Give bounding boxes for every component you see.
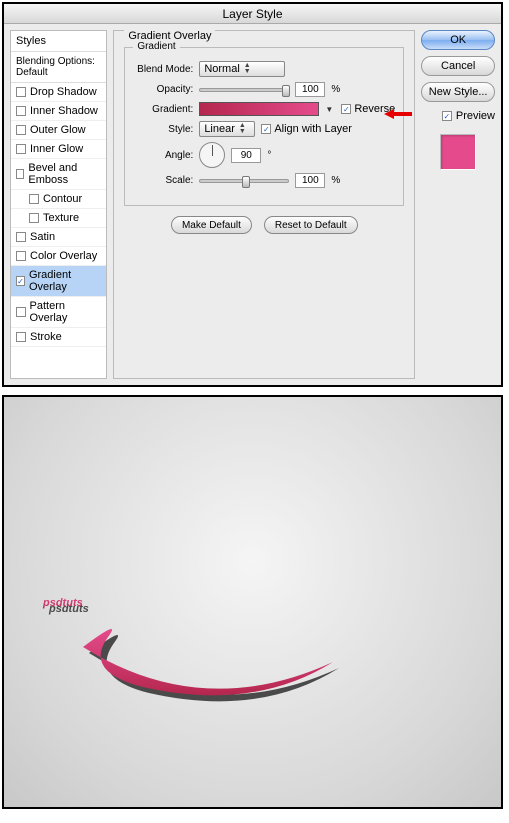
default-buttons: Make Default Reset to Default bbox=[124, 216, 404, 234]
style-value: Linear bbox=[204, 123, 235, 135]
blend-mode-row: Blend Mode: Normal ▲▼ bbox=[133, 61, 395, 77]
blend-mode-label: Blend Mode: bbox=[133, 64, 193, 75]
angle-dial[interactable] bbox=[199, 142, 225, 168]
preview-checkbox[interactable]: ✓ Preview bbox=[421, 110, 495, 122]
align-label: Align with Layer bbox=[274, 123, 352, 135]
style-row-satin[interactable]: Satin bbox=[11, 228, 106, 247]
checkbox[interactable] bbox=[16, 125, 26, 135]
window-title: Layer Style bbox=[4, 4, 501, 24]
angle-row: Angle: 90 ° bbox=[133, 142, 395, 168]
style-row-texture[interactable]: Texture bbox=[11, 209, 106, 228]
style-row-gradient-overlay[interactable]: ✓ Gradient Overlay bbox=[11, 266, 106, 297]
preview-swatch bbox=[440, 134, 476, 170]
style-label: Inner Glow bbox=[30, 143, 83, 155]
blend-mode-select[interactable]: Normal ▲▼ bbox=[199, 61, 285, 77]
opacity-unit: % bbox=[331, 84, 340, 95]
checkbox[interactable]: ✓ bbox=[16, 276, 25, 286]
checkbox[interactable] bbox=[16, 87, 26, 97]
style-label: Color Overlay bbox=[30, 250, 97, 262]
scale-unit: % bbox=[331, 175, 340, 186]
style-label: Inner Shadow bbox=[30, 105, 98, 117]
gradient-row: Gradient: ▼ ✓ Reverse bbox=[133, 102, 395, 116]
result-preview: psdtuts psdtuts bbox=[2, 395, 503, 809]
checkbox[interactable] bbox=[16, 232, 26, 242]
preview-label: Preview bbox=[456, 110, 495, 122]
style-label: Style: bbox=[133, 124, 193, 135]
style-row-bevel-emboss[interactable]: Bevel and Emboss bbox=[11, 159, 106, 190]
style-label: Outer Glow bbox=[30, 124, 86, 136]
angle-label: Angle: bbox=[133, 150, 193, 161]
checkbox[interactable] bbox=[16, 144, 26, 154]
gradient-overlay-panel: Gradient Overlay Gradient Blend Mode: No… bbox=[113, 30, 415, 379]
style-label: Pattern Overlay bbox=[30, 300, 102, 324]
checkbox[interactable] bbox=[16, 106, 26, 116]
styles-panel: Styles Blending Options: Default Drop Sh… bbox=[10, 30, 107, 379]
style-row-contour[interactable]: Contour bbox=[11, 190, 106, 209]
style-label: Texture bbox=[43, 212, 79, 224]
style-row-inner-glow[interactable]: Inner Glow bbox=[11, 140, 106, 159]
group-title: Gradient bbox=[133, 41, 179, 52]
dropdown-arrow-icon[interactable]: ▼ bbox=[325, 105, 335, 114]
style-label: Bevel and Emboss bbox=[28, 162, 101, 186]
angle-input[interactable]: 90 bbox=[231, 148, 261, 163]
align-checkbox[interactable]: ✓ Align with Layer bbox=[261, 123, 352, 135]
style-row-color-overlay[interactable]: Color Overlay bbox=[11, 247, 106, 266]
style-row-stroke[interactable]: Stroke bbox=[11, 328, 106, 347]
blending-options[interactable]: Blending Options: Default bbox=[11, 52, 106, 83]
checkbox[interactable] bbox=[16, 251, 26, 261]
style-label: Contour bbox=[43, 193, 82, 205]
layer-style-window: Layer Style Styles Blending Options: Def… bbox=[2, 2, 503, 387]
checkbox[interactable] bbox=[16, 332, 26, 342]
checkbox[interactable]: ✓ bbox=[442, 111, 452, 121]
checkbox[interactable]: ✓ bbox=[261, 124, 271, 134]
annotation-arrow-icon bbox=[384, 107, 412, 121]
checkbox[interactable] bbox=[29, 213, 39, 223]
style-label: Drop Shadow bbox=[30, 86, 97, 98]
dropdown-arrows-icon: ▲▼ bbox=[239, 123, 246, 135]
style-row-pattern-overlay[interactable]: Pattern Overlay bbox=[11, 297, 106, 328]
style-row-inner-shadow[interactable]: Inner Shadow bbox=[11, 102, 106, 121]
new-style-button[interactable]: New Style... bbox=[421, 82, 495, 102]
opacity-slider[interactable] bbox=[199, 88, 289, 92]
angle-unit: ° bbox=[267, 150, 271, 161]
checkbox[interactable] bbox=[16, 307, 26, 317]
scale-label: Scale: bbox=[133, 175, 193, 186]
scale-row: Scale: 100 % bbox=[133, 173, 395, 188]
style-row-outer-glow[interactable]: Outer Glow bbox=[11, 121, 106, 140]
style-label: Stroke bbox=[30, 331, 62, 343]
blend-mode-value: Normal bbox=[204, 63, 239, 75]
style-row: Style: Linear ▲▼ ✓ Align with Layer bbox=[133, 121, 395, 137]
psdtuts-text: psdtuts psdtuts bbox=[23, 462, 483, 742]
checkbox[interactable]: ✓ bbox=[341, 104, 351, 114]
dropdown-arrows-icon: ▲▼ bbox=[244, 63, 251, 75]
reset-default-button[interactable]: Reset to Default bbox=[264, 216, 358, 234]
checkbox[interactable] bbox=[29, 194, 39, 204]
scale-slider[interactable] bbox=[199, 179, 289, 183]
style-label: Satin bbox=[30, 231, 55, 243]
opacity-input[interactable]: 100 bbox=[295, 82, 325, 97]
ok-button[interactable]: OK bbox=[421, 30, 495, 50]
styles-header[interactable]: Styles bbox=[11, 31, 106, 52]
style-select[interactable]: Linear ▲▼ bbox=[199, 121, 255, 137]
style-row-drop-shadow[interactable]: Drop Shadow bbox=[11, 83, 106, 102]
style-label: Gradient Overlay bbox=[29, 269, 101, 293]
gradient-picker[interactable] bbox=[199, 102, 319, 116]
opacity-label: Opacity: bbox=[133, 84, 193, 95]
dialog-buttons: OK Cancel New Style... ✓ Preview bbox=[421, 30, 495, 379]
gradient-group: Gradient Blend Mode: Normal ▲▼ Opacity: … bbox=[124, 47, 404, 206]
window-body: Styles Blending Options: Default Drop Sh… bbox=[4, 24, 501, 385]
make-default-button[interactable]: Make Default bbox=[171, 216, 252, 234]
scale-input[interactable]: 100 bbox=[295, 173, 325, 188]
cancel-button[interactable]: Cancel bbox=[421, 56, 495, 76]
text-main: psdtuts bbox=[42, 597, 83, 609]
gradient-label: Gradient: bbox=[133, 104, 193, 115]
checkbox[interactable] bbox=[16, 169, 24, 179]
opacity-row: Opacity: 100 % bbox=[133, 82, 395, 97]
